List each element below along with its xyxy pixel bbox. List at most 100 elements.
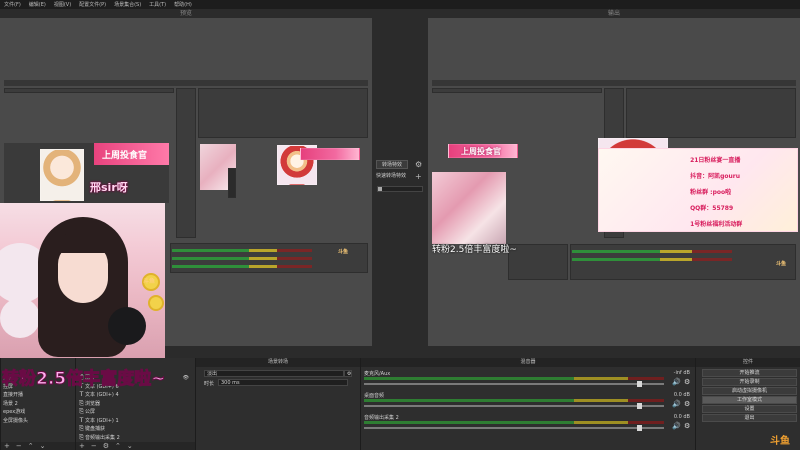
speaker-icon[interactable]: 🔊 <box>672 400 681 408</box>
volume-fader[interactable] <box>364 381 664 387</box>
mixer-channel-name: 麦克风/Aux <box>364 371 391 377</box>
gear-icon[interactable]: ⚙ <box>103 442 109 450</box>
remove-scene-icon[interactable]: − <box>16 442 22 450</box>
program-canvas: 上周投食官 21日粉丝宴一直播 抖音：阿凯gouru 粉丝群 :poo啦 QQ群… <box>428 18 800 346</box>
scene-item[interactable]: 场景 2 <box>3 400 73 409</box>
scene-item[interactable]: epex游戏 <box>3 408 73 417</box>
volume-meter <box>364 421 664 424</box>
sources-footer: + − ⚙ ⌃ ⌄ <box>76 442 195 450</box>
menu-file[interactable]: 文件(F) <box>4 1 21 8</box>
start-recording-button[interactable]: 开始录制 <box>702 378 797 386</box>
remove-source-icon[interactable]: − <box>91 442 97 450</box>
douyu-watermark-small: 斗鱼 <box>338 249 349 255</box>
info-line: 粉丝群 :poo啦 <box>690 189 732 196</box>
duck-toy <box>148 295 164 311</box>
gear-icon[interactable]: ⚙ <box>684 378 690 386</box>
scene-item[interactable]: 直接开播 <box>3 391 73 400</box>
keyboard-icon: ⎘ <box>79 425 84 432</box>
menubar: 文件(F) 编辑(E) 视图(V) 配置文件(P) 场景集合(S) 工具(T) … <box>0 0 800 9</box>
transition-type-select[interactable]: 淡出 <box>204 370 344 377</box>
menu-profile[interactable]: 配置文件(P) <box>79 1 106 8</box>
gear-icon[interactable]: ⚙ <box>415 160 422 169</box>
menu-tools[interactable]: 工具(T) <box>149 1 166 8</box>
source-item[interactable]: ⎘ 浏览器 <box>78 400 193 409</box>
transition-gear-icon[interactable]: ⚙ <box>344 370 352 377</box>
program-banner-title: 上周投食官 <box>461 147 501 156</box>
source-item[interactable]: ⎘ 音频输出采集 2 <box>78 434 193 443</box>
duration-input[interactable]: 300 ms <box>218 379 348 386</box>
menu-view[interactable]: 视图(V) <box>54 1 71 8</box>
nested-divider <box>228 168 236 198</box>
program-title: 输出 <box>607 10 620 17</box>
scene-transition-panel: 场景转场 淡出 ⚙ 时长 300 ms <box>195 358 360 450</box>
nested-title-bar <box>432 88 602 93</box>
exit-button[interactable]: 退出 <box>702 414 797 422</box>
mixer-channel-name: 音频输出采集 2 <box>364 415 399 421</box>
move-down-icon[interactable]: ⌄ <box>127 442 133 450</box>
plus-icon[interactable]: + <box>415 172 422 181</box>
banner-avatar <box>40 149 84 201</box>
volume-meter <box>364 377 664 380</box>
nested-transition-panel <box>176 88 196 238</box>
controls-header: 控件 <box>696 358 800 367</box>
source-item[interactable]: ⎘ 公屏 <box>78 408 193 417</box>
add-scene-icon[interactable]: + <box>4 442 10 450</box>
source-item[interactable]: T 文本 (GDI+) 4 <box>78 391 193 400</box>
plush-toy <box>0 298 40 338</box>
scenes-footer: + − ⌃ ⌄ <box>1 442 75 450</box>
info-line: 1号粉丝福利活动群 <box>690 221 743 228</box>
microphone <box>108 307 146 345</box>
quick-transition-label: 快速转场特效 <box>376 173 407 179</box>
t-bar-slider[interactable] <box>377 186 423 192</box>
gear-icon[interactable]: ⚙ <box>684 400 690 408</box>
move-down-icon[interactable]: ⌄ <box>40 442 46 450</box>
mixer-channel-db: 0.0 dB <box>673 414 690 420</box>
transition-button[interactable]: 转场特效 <box>376 160 408 169</box>
eye-icon[interactable]: 👁 <box>183 374 189 383</box>
gear-icon[interactable]: ⚙ <box>684 422 690 430</box>
webcam-view <box>0 203 165 363</box>
info-line: 21日粉丝宴一直播 <box>690 157 741 164</box>
info-line: 抖音：阿凯gouru <box>690 173 740 180</box>
scene-item[interactable]: 全屏摄像头 <box>3 417 73 426</box>
move-up-icon[interactable]: ⌃ <box>28 442 34 450</box>
start-virtual-camera-button[interactable]: 启动虚拟摄像机 <box>702 387 797 395</box>
mixer-panel: 混音器 <box>360 358 695 450</box>
studio-mode-button[interactable]: 工作室模式 <box>702 396 797 404</box>
mixer-channel-db: 0.0 dB <box>673 392 690 398</box>
menu-scene-collection[interactable]: 场景集合(S) <box>114 1 141 8</box>
mixer-channel-db: -inf dB <box>673 370 690 376</box>
nested-meter-2 <box>172 257 312 260</box>
source-item[interactable]: ⎘ 键盘捕获 <box>78 425 193 434</box>
program-banner: 上周投食官 <box>448 144 518 158</box>
volume-fader[interactable] <box>364 425 664 431</box>
stream-overlay-text: 转粉2.5倍丰富度啦~ <box>1 369 166 390</box>
program-overlay-text: 转粉2.5倍丰富度啦~ <box>432 245 517 255</box>
speaker-icon[interactable]: 🔊 <box>672 422 681 430</box>
duration-label: 时长 <box>204 381 215 387</box>
volume-meter <box>364 399 664 402</box>
move-up-icon[interactable]: ⌃ <box>115 442 121 450</box>
text-icon: T <box>79 391 84 398</box>
add-source-icon[interactable]: + <box>79 442 85 450</box>
volume-fader[interactable] <box>364 403 664 409</box>
banner-title: 上周投食官 <box>102 151 148 161</box>
start-streaming-button[interactable]: 开始推流 <box>702 369 797 377</box>
image-icon: ⎘ <box>79 408 84 415</box>
speaker-icon[interactable]: 🔊 <box>672 378 681 386</box>
nested-sources <box>508 244 568 280</box>
nested-program-panel <box>198 88 368 138</box>
menu-edit[interactable]: 编辑(E) <box>29 1 46 8</box>
menu-help[interactable]: 帮助(H) <box>174 1 192 8</box>
scene-transition-header: 场景转场 <box>196 358 360 367</box>
obs-window: 文件(F) 编辑(E) 视图(V) 配置文件(P) 场景集合(S) 工具(T) … <box>0 0 800 450</box>
mixer-channel-name: 桌面音频 <box>364 393 385 399</box>
source-item[interactable]: T 文本 (GDI+) 1 <box>78 417 193 426</box>
preview-title: 预览 <box>179 10 192 17</box>
nested-title-bar <box>4 88 174 93</box>
settings-button[interactable]: 设置 <box>702 405 797 413</box>
nested-banner <box>300 148 360 160</box>
nested-meter-2 <box>572 258 732 261</box>
nested-meter-3 <box>172 265 312 268</box>
nested-meter-1 <box>172 249 312 252</box>
